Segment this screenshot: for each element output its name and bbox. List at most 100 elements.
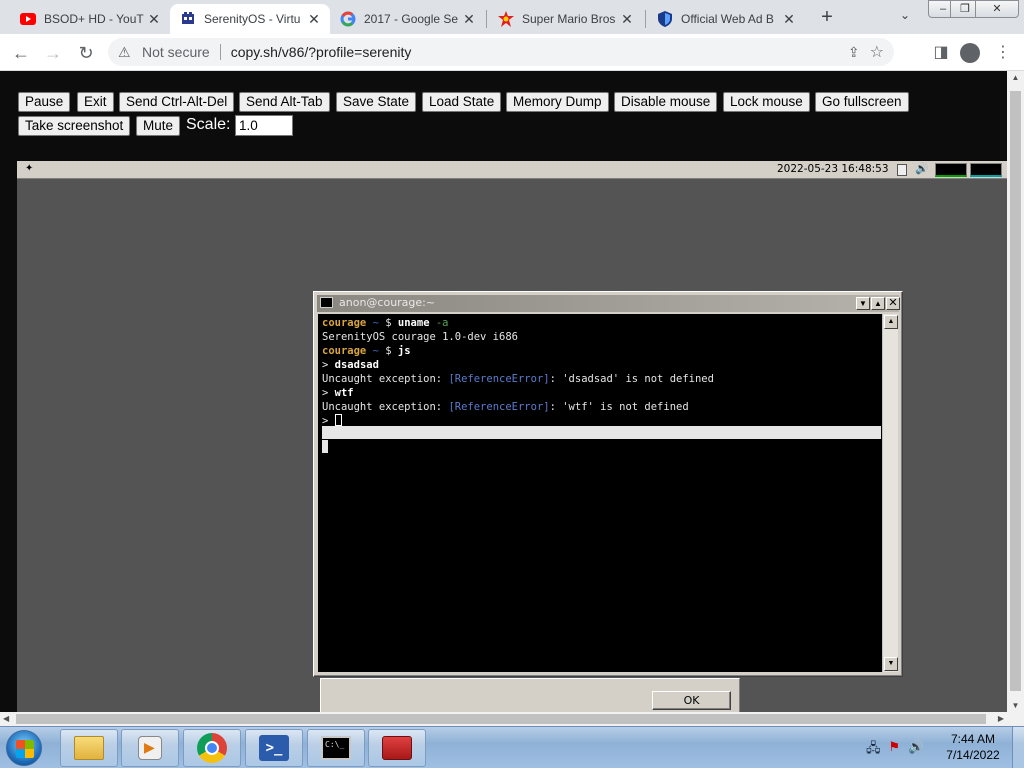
omnibox-divider bbox=[219, 44, 221, 60]
bookmark-star-icon[interactable]: ☆ bbox=[870, 42, 884, 62]
new-tab-button[interactable]: + bbox=[816, 6, 838, 28]
tab-label: Super Mario Bros bbox=[522, 12, 616, 26]
send-alt-tab-button[interactable]: Send Alt-Tab bbox=[239, 92, 330, 112]
terminal-output[interactable]: courage ~ $ uname -a SerenityOS courage … bbox=[318, 314, 882, 672]
terminal-line: Uncaught exception: [ReferenceError]: 'w… bbox=[322, 401, 689, 413]
message-dialog: OK bbox=[320, 678, 740, 712]
page-vertical-scrollbar[interactable]: ▲ ▼ bbox=[1007, 71, 1024, 712]
system-tray: 🖧 ⚑ 🔊 bbox=[866, 739, 924, 761]
memory-graph bbox=[970, 163, 1002, 177]
lock-mouse-button[interactable]: Lock mouse bbox=[723, 92, 810, 112]
warning-icon[interactable]: ⚠ bbox=[118, 44, 136, 61]
emulator-screen[interactable]: ✦ 2022-05-23 16:48:53 🔊 OK anon@courage:… bbox=[17, 161, 1007, 712]
network-icon[interactable]: 🖧 bbox=[866, 739, 881, 761]
terminal-line: courage ~ $ js bbox=[322, 345, 411, 357]
pause-button[interactable]: Pause bbox=[18, 92, 71, 112]
action-center-flag-icon[interactable]: ⚑ bbox=[889, 739, 901, 761]
scroll-down-icon[interactable]: ▼ bbox=[1007, 701, 1024, 710]
address-bar[interactable]: ⚠ Not secure copy.sh/v86/?profile=sereni… bbox=[108, 38, 894, 66]
tab-youtube[interactable]: BSOD+ HD - YouT ✕ bbox=[10, 4, 170, 34]
shield-icon bbox=[657, 11, 673, 27]
reload-icon[interactable]: ↻ bbox=[73, 40, 99, 66]
security-label[interactable]: Not secure bbox=[142, 44, 210, 60]
take-screenshot-button[interactable]: Take screenshot bbox=[18, 116, 131, 136]
chrome-icon bbox=[197, 733, 227, 763]
chrome-taskbar-button[interactable] bbox=[183, 729, 241, 767]
google-icon bbox=[340, 11, 356, 27]
send-ctrl-alt-del-button[interactable]: Send Ctrl-Alt-Del bbox=[119, 92, 235, 112]
close-icon[interactable]: ✕ bbox=[461, 11, 477, 28]
start-button[interactable] bbox=[6, 730, 42, 766]
avatar bbox=[960, 43, 980, 63]
back-icon[interactable]: ← bbox=[8, 40, 34, 66]
ok-button[interactable]: OK bbox=[652, 691, 731, 710]
scroll-down-icon[interactable]: ▼ bbox=[884, 657, 898, 671]
selection-highlight bbox=[322, 440, 328, 453]
scrollbar-thumb[interactable] bbox=[1010, 91, 1021, 691]
tab-label: BSOD+ HD - YouT bbox=[44, 12, 144, 26]
media-player-taskbar-button[interactable] bbox=[121, 729, 179, 767]
scale-label: Scale: bbox=[186, 116, 231, 133]
windows-taskbar: >_ C:\_ 🖧 ⚑ 🔊 7:44 AM 7/14/2022 bbox=[0, 726, 1024, 768]
show-desktop-button[interactable] bbox=[1012, 727, 1024, 768]
serenity-logo-icon[interactable]: ✦ bbox=[25, 163, 33, 174]
explorer-taskbar-button[interactable] bbox=[60, 729, 118, 767]
save-state-button[interactable]: Save State bbox=[336, 92, 417, 112]
close-icon[interactable]: ✕ bbox=[886, 297, 900, 310]
profile-avatar[interactable] bbox=[957, 40, 983, 66]
terminal-line: courage ~ $ uname -a bbox=[322, 317, 449, 329]
forward-icon[interactable]: → bbox=[40, 40, 66, 66]
scroll-up-icon[interactable]: ▲ bbox=[1007, 73, 1024, 82]
close-window-button[interactable]: ✕ bbox=[975, 0, 1019, 18]
mute-button[interactable]: Mute bbox=[136, 116, 181, 136]
system-clock[interactable]: 7:44 AM 7/14/2022 bbox=[940, 731, 1006, 763]
selection-highlight bbox=[322, 426, 881, 439]
scrollbar-thumb[interactable] bbox=[16, 714, 986, 724]
maximize-icon[interactable]: ▲ bbox=[871, 297, 885, 310]
tab-serenityos[interactable]: SerenityOS - Virtu ✕ bbox=[170, 4, 330, 34]
volume-icon[interactable]: 🔊 bbox=[908, 739, 924, 761]
close-icon[interactable]: ✕ bbox=[619, 11, 635, 28]
memory-dump-button[interactable]: Memory Dump bbox=[506, 92, 609, 112]
serenity-clock: 2022-05-23 16:48:53 bbox=[777, 163, 889, 175]
terminal-line: > dsadsad bbox=[322, 359, 379, 371]
close-icon[interactable]: ✕ bbox=[146, 11, 162, 28]
scroll-right-icon[interactable]: ▶ bbox=[998, 712, 1004, 726]
url-text[interactable]: copy.sh/v86/?profile=serenity bbox=[231, 44, 412, 60]
browser-toolbar: ← → ↻ ⚠ Not secure copy.sh/v86/?profile=… bbox=[0, 34, 1024, 71]
toolbox-taskbar-button[interactable] bbox=[368, 729, 426, 767]
windows-logo-icon bbox=[16, 740, 34, 758]
tab-google[interactable]: 2017 - Google Se ✕ bbox=[330, 4, 485, 34]
tab-divider bbox=[486, 10, 487, 28]
menu-dots-icon[interactable]: ⋮ bbox=[990, 40, 1016, 66]
close-icon[interactable]: ✕ bbox=[306, 11, 322, 28]
go-fullscreen-button[interactable]: Go fullscreen bbox=[815, 92, 909, 112]
powershell-icon: >_ bbox=[259, 735, 289, 761]
scroll-left-icon[interactable]: ◀ bbox=[3, 712, 9, 726]
cmd-taskbar-button[interactable]: C:\_ bbox=[307, 729, 365, 767]
clipboard-icon[interactable] bbox=[897, 164, 907, 176]
side-panel-icon[interactable]: ◨ bbox=[928, 40, 954, 66]
volume-icon[interactable]: 🔊 bbox=[915, 162, 929, 175]
minimize-icon[interactable]: ▼ bbox=[856, 297, 870, 310]
command-prompt-icon: C:\_ bbox=[321, 736, 351, 760]
tab-mario[interactable]: Super Mario Bros ✕ bbox=[488, 4, 643, 34]
exit-button[interactable]: Exit bbox=[77, 92, 114, 112]
terminal-scrollbar[interactable]: ▲ ▼ bbox=[882, 314, 898, 672]
powershell-taskbar-button[interactable]: >_ bbox=[245, 729, 303, 767]
scale-input[interactable] bbox=[235, 115, 293, 136]
mario-icon bbox=[498, 11, 514, 27]
tab-search-icon[interactable]: ⌄ bbox=[896, 8, 914, 26]
share-icon[interactable]: ⇪ bbox=[848, 44, 860, 61]
disable-mouse-button[interactable]: Disable mouse bbox=[614, 92, 718, 112]
tab-adblock[interactable]: Official Web Ad B ✕ bbox=[647, 4, 805, 34]
text-cursor bbox=[334, 414, 342, 426]
youtube-icon bbox=[20, 11, 36, 27]
close-icon[interactable]: ✕ bbox=[781, 11, 797, 28]
terminal-window[interactable]: anon@courage:~ ▼ ▲ ✕ courage ~ $ uname -… bbox=[313, 291, 903, 677]
page-horizontal-scrollbar[interactable]: ◀ ▶ bbox=[0, 712, 1024, 726]
terminal-line: Uncaught exception: [ReferenceError]: 'd… bbox=[322, 373, 714, 385]
load-state-button[interactable]: Load State bbox=[422, 92, 502, 112]
terminal-titlebar[interactable]: anon@courage:~ ▼ ▲ ✕ bbox=[317, 295, 900, 312]
scroll-up-icon[interactable]: ▲ bbox=[884, 315, 898, 329]
